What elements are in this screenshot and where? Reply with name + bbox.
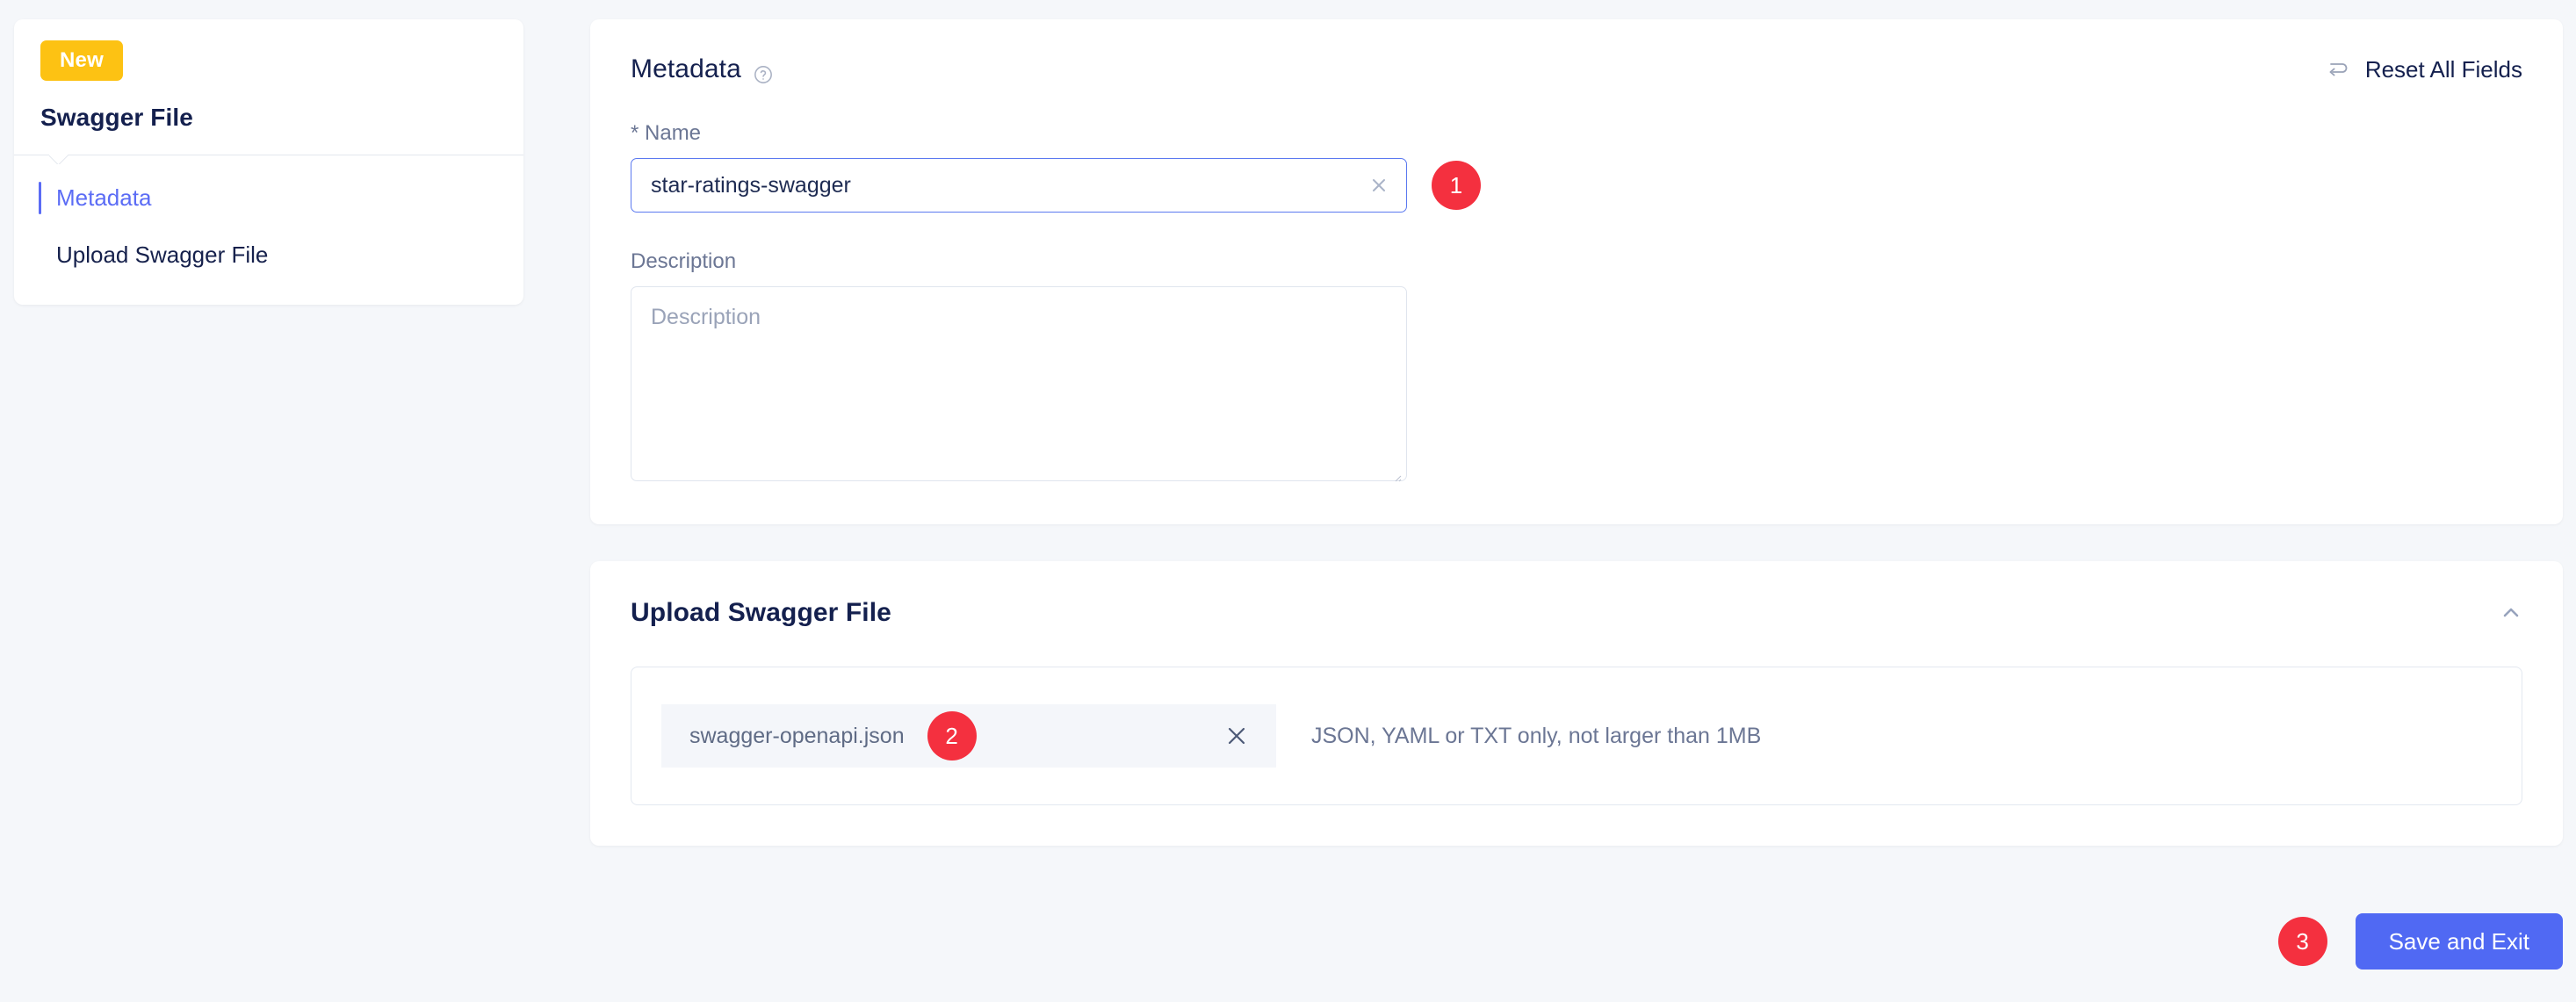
page-root: New Swagger File Metadata Upload Swagger… xyxy=(0,0,2576,1002)
file-dropzone[interactable]: swagger-openapi.json 2 JSON, YAML or TXT… xyxy=(631,667,2522,805)
chevron-up-icon[interactable] xyxy=(2500,602,2522,624)
footer-actions: 3 Save and Exit xyxy=(590,913,2563,970)
clear-name-icon[interactable] xyxy=(1368,175,1389,196)
metadata-header: Metadata Reset All Fields xyxy=(590,19,2563,84)
description-wrap xyxy=(631,286,1407,486)
upload-hint-text: JSON, YAML or TXT only, not larger than … xyxy=(1311,723,1762,748)
name-input-row: 1 xyxy=(631,158,2522,213)
description-field-label: Description xyxy=(631,249,737,273)
upload-swagger-file-card: Upload Swagger File swagger-openapi.json… xyxy=(590,561,2563,846)
step-badge-1: 1 xyxy=(1432,161,1481,210)
name-field-block: * Name 1 xyxy=(590,121,2563,213)
main-content: Metadata Reset All Fields * Name star-ra… xyxy=(590,19,2563,846)
sidebar-header: New Swagger File xyxy=(14,19,523,155)
description-field-block: Description xyxy=(590,249,2563,486)
name-input[interactable] xyxy=(631,158,1407,213)
name-field-label: * Name xyxy=(631,121,702,145)
metadata-title-text: Metadata xyxy=(631,54,741,83)
sidebar-item-label: Metadata xyxy=(56,184,152,211)
sidebar: New Swagger File Metadata Upload Swagger… xyxy=(14,19,523,306)
description-textarea[interactable] xyxy=(631,286,1407,481)
page-title: Metadata xyxy=(631,54,773,84)
step-badge-3: 3 xyxy=(2277,917,2327,966)
metadata-card: Metadata Reset All Fields * Name star-ra… xyxy=(590,19,2563,524)
divider-notch-icon xyxy=(49,155,69,164)
status-badge-new: New xyxy=(40,40,123,81)
sidebar-item-label: Upload Swagger File xyxy=(56,241,269,269)
uploaded-file-chip: swagger-openapi.json 2 xyxy=(661,704,1276,768)
upload-card-header: Upload Swagger File xyxy=(590,561,2563,628)
name-input-wrap xyxy=(631,158,1407,213)
remove-file-icon[interactable] xyxy=(1223,723,1250,749)
sidebar-nav: Metadata Upload Swagger File xyxy=(14,155,523,305)
uploaded-file-name: swagger-openapi.json xyxy=(689,723,905,748)
upload-card-title: Upload Swagger File xyxy=(631,598,891,627)
reset-all-fields-button[interactable]: Reset All Fields xyxy=(2327,56,2522,83)
sidebar-title: Swagger File xyxy=(40,104,193,131)
step-badge-2: 2 xyxy=(927,711,977,761)
reset-all-fields-label: Reset All Fields xyxy=(2364,55,2522,83)
save-and-exit-button[interactable]: Save and Exit xyxy=(2355,913,2563,970)
help-circle-icon[interactable] xyxy=(754,61,773,83)
undo-arrow-icon xyxy=(2327,57,2351,82)
sidebar-item-metadata[interactable]: Metadata xyxy=(14,175,523,221)
sidebar-item-upload-swagger-file[interactable]: Upload Swagger File xyxy=(14,232,523,278)
